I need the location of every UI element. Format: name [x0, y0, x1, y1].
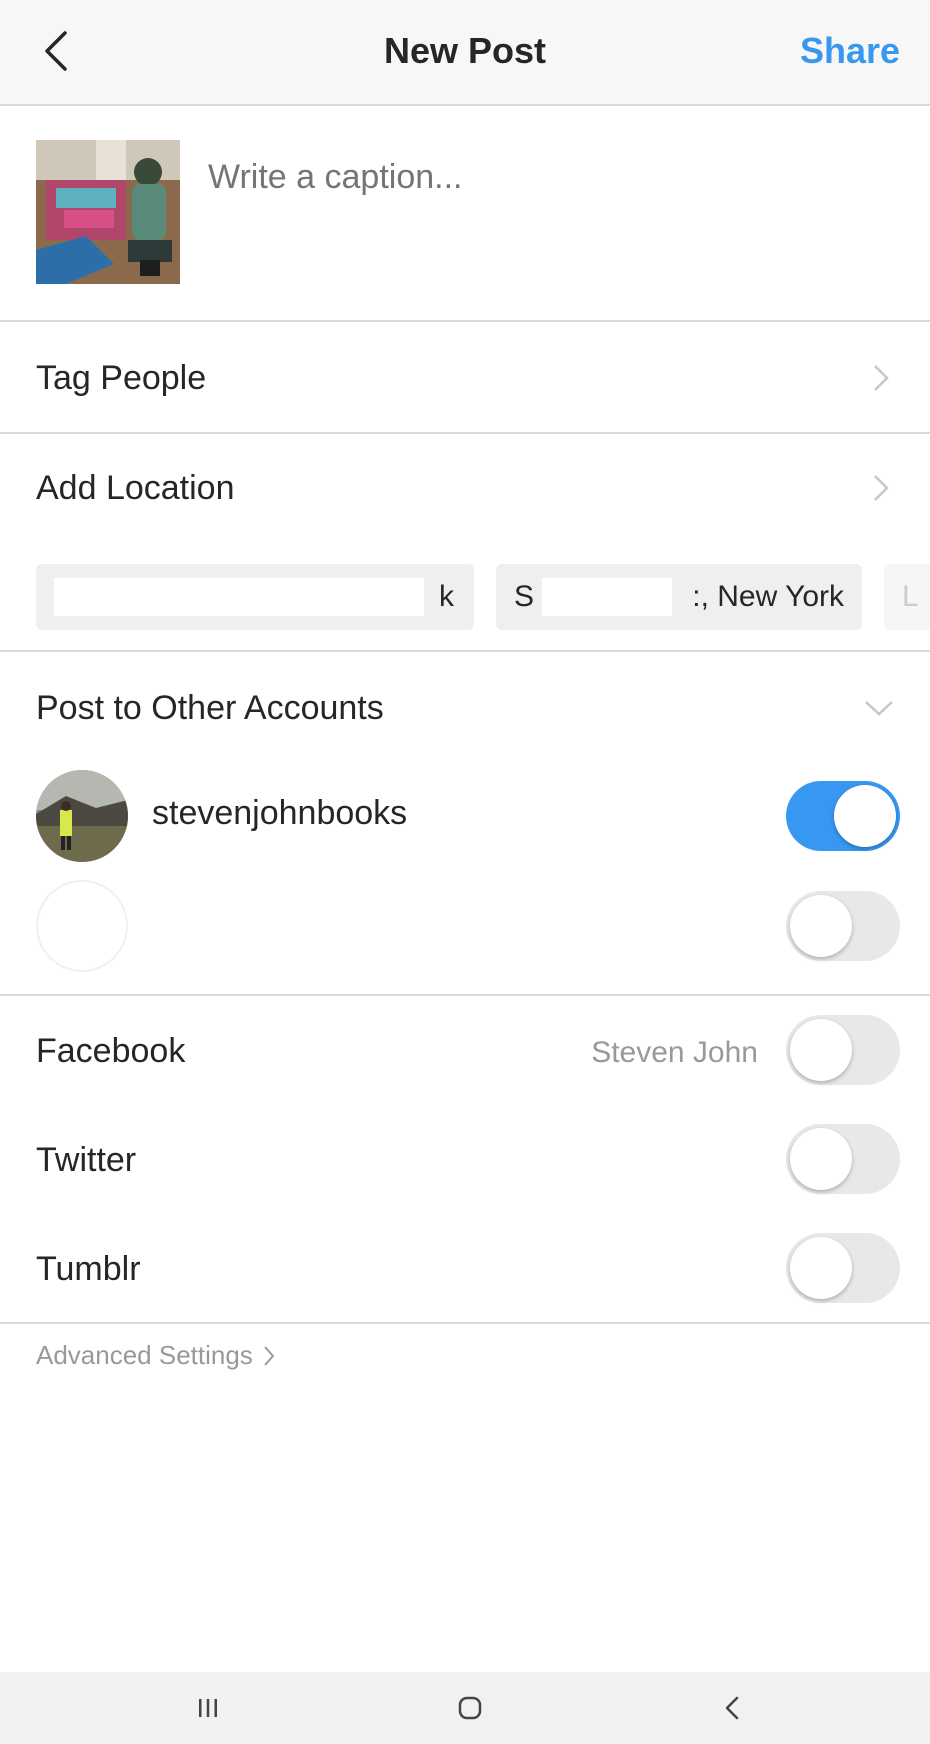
avatar — [36, 770, 128, 862]
toggle-knob — [790, 895, 852, 957]
location-chip[interactable]: S :, New York — [496, 564, 862, 630]
account-toggle[interactable] — [786, 891, 900, 961]
location-chip-label: L — [902, 580, 919, 613]
facebook-user: Steven John — [591, 1036, 758, 1069]
location-chip-label: :, New York — [692, 580, 844, 613]
facebook-label: Facebook — [36, 1032, 186, 1070]
page-title: New Post — [383, 30, 547, 71]
account-toggle[interactable] — [786, 781, 900, 851]
location-chip-label: k — [439, 580, 454, 613]
location-chip[interactable]: k — [36, 564, 474, 630]
tumblr-label: Tumblr — [36, 1250, 141, 1288]
post-photo-image — [36, 140, 180, 284]
top-bar: New Post Share — [0, 0, 930, 106]
toggle-knob — [790, 1019, 852, 1081]
twitter-label: Twitter — [36, 1141, 137, 1179]
twitter-toggle[interactable] — [786, 1124, 900, 1194]
location-chip-prefix: S — [514, 580, 535, 613]
chevron-down-icon — [864, 688, 894, 728]
caption-input[interactable] — [208, 158, 888, 197]
advanced-settings-link[interactable]: Advanced Settings — [36, 1340, 275, 1371]
post-to-other-accounts-row[interactable]: Post to Other Accounts — [0, 654, 930, 762]
account-name: stevenjohnbooks — [152, 794, 408, 832]
redacted-text — [542, 578, 672, 616]
system-navigation-bar — [0, 1672, 930, 1744]
back-nav-button[interactable] — [710, 1686, 754, 1730]
other-accounts-header: Post to Other Accounts — [36, 688, 384, 727]
chevron-right-icon — [264, 1345, 275, 1366]
toggle-knob — [790, 1237, 852, 1299]
post-thumbnail[interactable] — [36, 140, 180, 284]
home-icon — [458, 1696, 482, 1720]
tag-people-row[interactable]: Tag People — [0, 324, 930, 432]
tag-people-label: Tag People — [36, 358, 207, 397]
tumblr-toggle[interactable] — [786, 1233, 900, 1303]
redacted-text — [54, 578, 424, 616]
share-button[interactable]: Share — [800, 30, 900, 72]
divider — [0, 1322, 930, 1324]
location-suggestions: k S :, New York L — [36, 564, 930, 630]
caption-section — [0, 108, 930, 322]
toggle-knob — [790, 1128, 852, 1190]
avatar-image — [36, 770, 128, 862]
location-chip[interactable]: L — [884, 564, 930, 630]
back-icon — [725, 1696, 739, 1720]
add-location-label: Add Location — [36, 468, 235, 507]
facebook-toggle[interactable] — [786, 1015, 900, 1085]
advanced-settings-label: Advanced Settings — [36, 1340, 253, 1370]
recents-button[interactable] — [186, 1686, 230, 1730]
avatar — [36, 880, 128, 972]
toggle-knob — [834, 785, 896, 847]
add-location-row[interactable]: Add Location — [0, 434, 930, 542]
home-button[interactable] — [448, 1686, 492, 1730]
chevron-right-icon — [868, 468, 894, 508]
chevron-right-icon — [868, 358, 894, 398]
divider — [0, 994, 930, 996]
divider — [0, 650, 930, 652]
recents-icon — [199, 1699, 217, 1717]
